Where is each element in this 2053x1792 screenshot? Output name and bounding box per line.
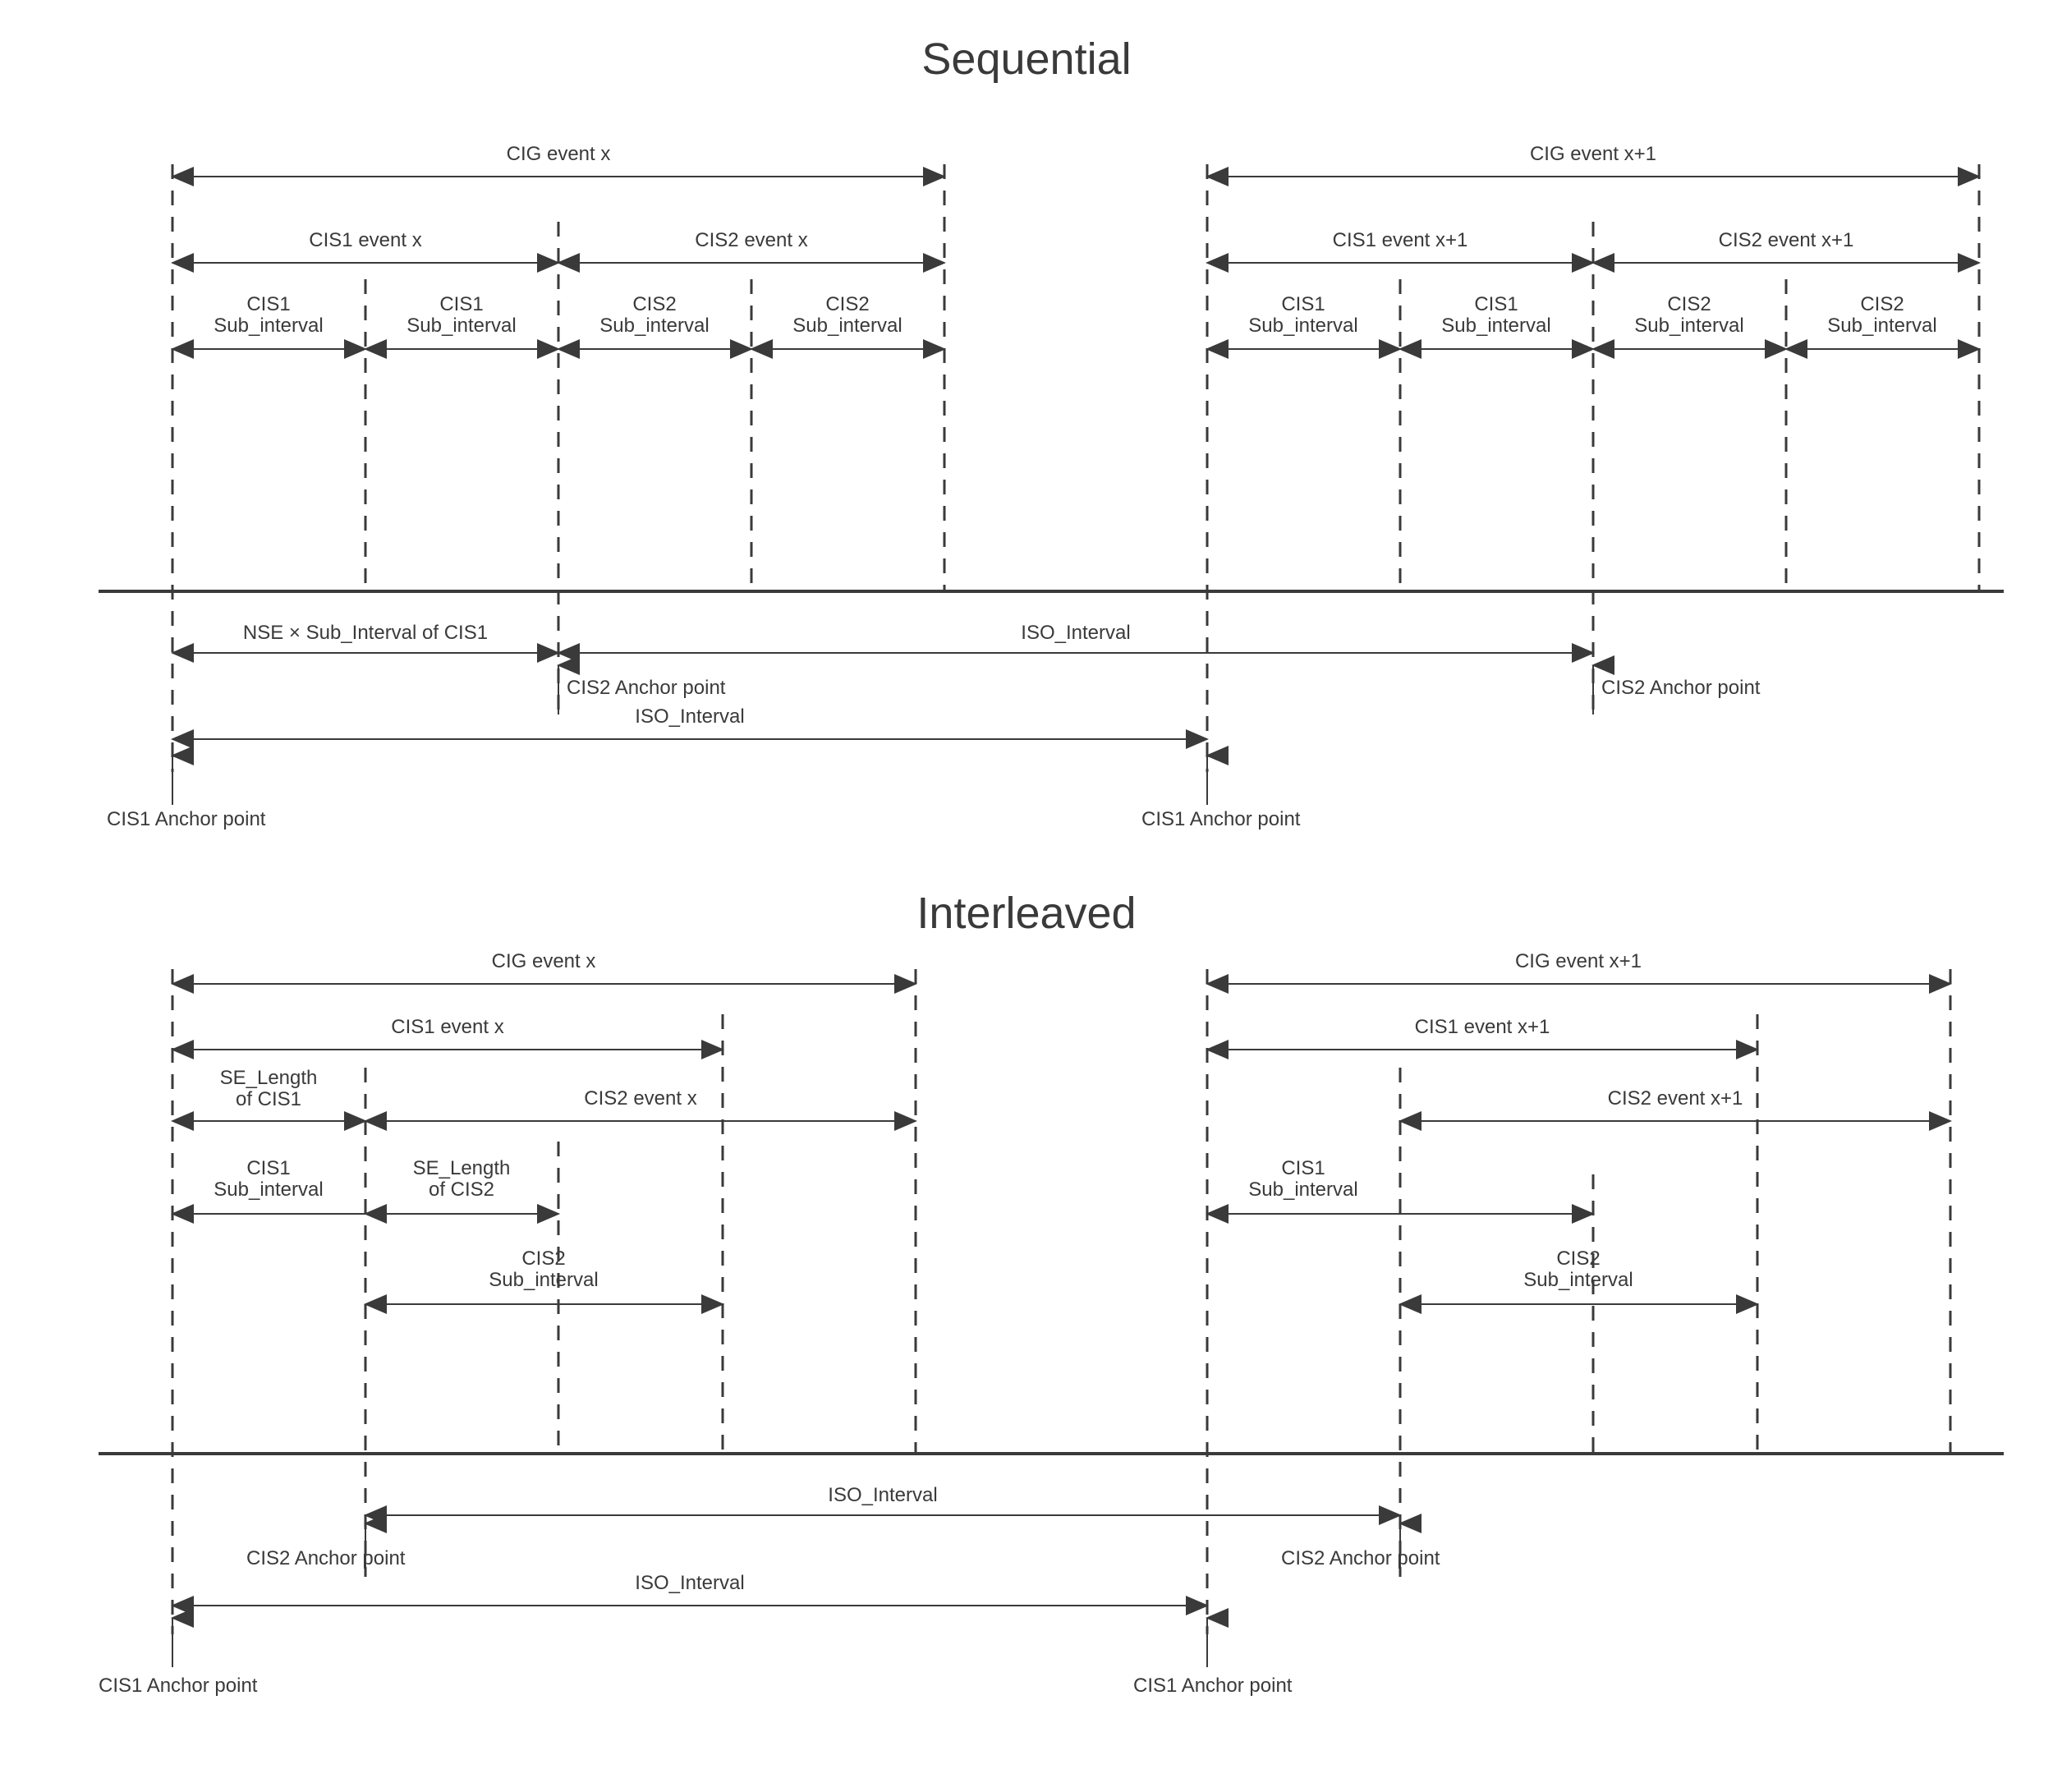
- int-se2: SE_Lengthof CIS2: [413, 1157, 511, 1201]
- seq-nse: NSE × Sub_Interval of CIS1: [243, 622, 488, 644]
- sequential-title: Sequential: [921, 34, 1131, 84]
- int-cis1-x: CIS1 event x: [391, 1016, 503, 1038]
- svg-text:CIS1Sub_interval: CIS1Sub_interval: [406, 293, 516, 337]
- seq-cis1-x: CIS1 event x: [309, 229, 421, 251]
- seq-sub-labels: CIS1Sub_interval CIS1Sub_interval CIS2Su…: [214, 293, 1936, 337]
- int-cig-x: CIG event x: [492, 950, 596, 972]
- seq-cis1-anchor-b: CIS1 Anchor point: [1141, 808, 1301, 830]
- seq-iso-upper: ISO_Interval: [1021, 622, 1130, 644]
- int-cis2-anchor-a: CIS2 Anchor point: [246, 1547, 406, 1569]
- seq-cis2-anchor-a: CIS2 Anchor point: [567, 677, 726, 699]
- seq-cis2-anchor-b: CIS2 Anchor point: [1601, 677, 1761, 699]
- seq-cig-x1: CIG event x+1: [1530, 143, 1656, 165]
- svg-text:CIS1Sub_interval: CIS1Sub_interval: [214, 293, 323, 337]
- interleaved-title: Interleaved: [916, 889, 1136, 938]
- int-cis2-sub-b: CIS2Sub_interval: [1523, 1248, 1633, 1291]
- svg-text:CIS2Sub_interval: CIS2Sub_interval: [792, 293, 902, 337]
- timing-diagram: Sequential CIG event x CIG event x+1 CIS…: [0, 0, 2053, 1792]
- int-se1: SE_Lengthof CIS1: [220, 1067, 318, 1110]
- seq-cis1-anchor-a: CIS1 Anchor point: [107, 808, 266, 830]
- svg-text:CIS1Sub_interval: CIS1Sub_interval: [1248, 293, 1357, 337]
- int-cis2-x: CIS2 event x: [584, 1087, 696, 1110]
- int-cis1-anchor-a: CIS1 Anchor point: [99, 1675, 258, 1697]
- int-iso-lower: ISO_Interval: [635, 1572, 744, 1594]
- seq-cis2-x: CIS2 event x: [695, 229, 807, 251]
- seq-cig-x: CIG event x: [507, 143, 611, 165]
- svg-text:CIS2Sub_interval: CIS2Sub_interval: [1827, 293, 1936, 337]
- int-cis2-sub-a: CIS2Sub_interval: [489, 1248, 598, 1291]
- seq-iso-lower: ISO_Interval: [635, 705, 744, 728]
- int-cig-x1: CIG event x+1: [1515, 950, 1642, 972]
- int-cis2-anchor-b: CIS2 Anchor point: [1281, 1547, 1440, 1569]
- int-cis1-sub-a: CIS1Sub_interval: [214, 1157, 323, 1201]
- int-cis1-sub-b: CIS1Sub_interval: [1248, 1157, 1357, 1201]
- svg-text:CIS2Sub_interval: CIS2Sub_interval: [1634, 293, 1743, 337]
- seq-cis2-x1: CIS2 event x+1: [1719, 229, 1854, 251]
- int-cis1-anchor-b: CIS1 Anchor point: [1133, 1675, 1293, 1697]
- seq-cis1-x1: CIS1 event x+1: [1333, 229, 1468, 251]
- svg-text:CIS2Sub_interval: CIS2Sub_interval: [599, 293, 709, 337]
- int-cis2-x1: CIS2 event x+1: [1608, 1087, 1743, 1110]
- svg-text:CIS1Sub_interval: CIS1Sub_interval: [1441, 293, 1550, 337]
- int-iso-upper: ISO_Interval: [828, 1484, 937, 1506]
- int-cis1-x1: CIS1 event x+1: [1415, 1016, 1550, 1038]
